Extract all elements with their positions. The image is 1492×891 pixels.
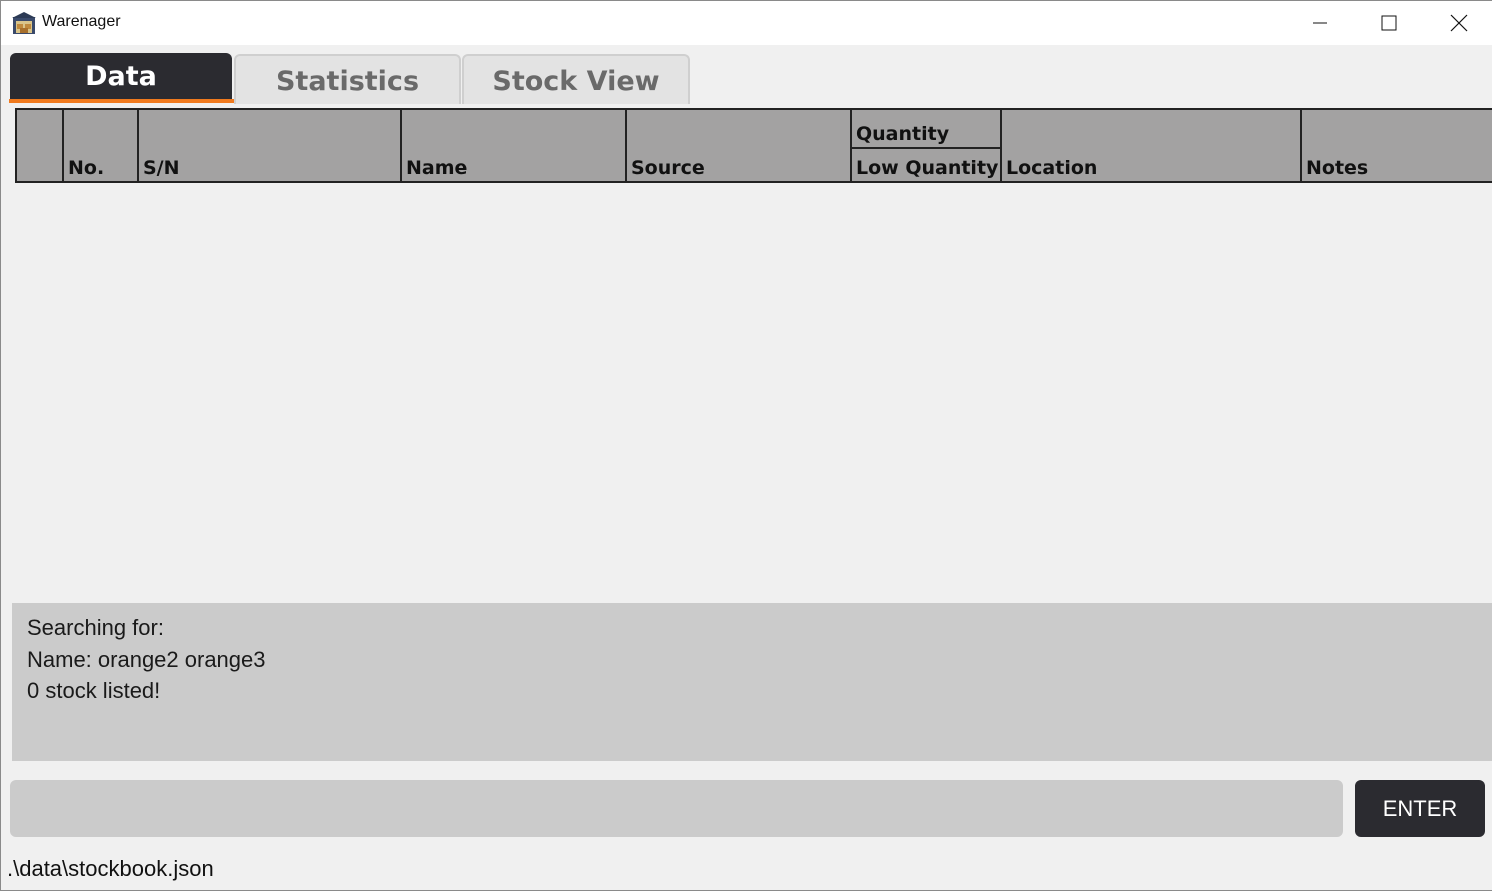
column-header-location[interactable]: Location bbox=[1002, 110, 1302, 183]
column-header-quantity-group[interactable]: Quantity Low Quantity bbox=[852, 110, 1002, 183]
result-display: Searching for: Name: orange2 orange3 0 s… bbox=[12, 603, 1492, 761]
close-button[interactable] bbox=[1424, 1, 1492, 45]
column-label-no: No. bbox=[68, 157, 105, 179]
result-line-1: Searching for: bbox=[27, 615, 164, 640]
window-title: Warenager bbox=[42, 13, 121, 30]
column-label-low-quantity: Low Quantity bbox=[856, 157, 999, 179]
column-header-sn[interactable]: S/N bbox=[139, 110, 402, 183]
column-label-source: Source bbox=[631, 157, 705, 179]
maximize-icon bbox=[1381, 15, 1397, 31]
column-header-notes[interactable]: Notes bbox=[1302, 110, 1492, 183]
column-label-location: Location bbox=[1006, 157, 1098, 179]
command-input[interactable] bbox=[10, 780, 1343, 837]
column-header-quantity[interactable]: Quantity bbox=[852, 110, 1000, 149]
column-header-name[interactable]: Name bbox=[402, 110, 627, 183]
minimize-icon bbox=[1313, 22, 1327, 24]
enter-button[interactable]: ENTER bbox=[1355, 780, 1485, 837]
title-bar[interactable]: Warenager bbox=[1, 1, 1492, 45]
active-tab-indicator bbox=[9, 99, 234, 103]
tab-data[interactable]: Data bbox=[10, 53, 232, 100]
tab-stock-view[interactable]: Stock View bbox=[462, 54, 690, 104]
close-icon bbox=[1450, 14, 1468, 32]
column-header-blank[interactable] bbox=[17, 110, 64, 183]
column-header-source[interactable]: Source bbox=[627, 110, 852, 183]
stock-table-body[interactable] bbox=[15, 183, 1492, 603]
column-label-name: Name bbox=[406, 157, 468, 179]
column-header-no[interactable]: No. bbox=[64, 110, 139, 183]
warehouse-app-icon bbox=[12, 12, 36, 34]
tab-statistics[interactable]: Statistics bbox=[234, 54, 461, 104]
column-label-quantity: Quantity bbox=[856, 123, 950, 145]
result-line-3: 0 stock listed! bbox=[27, 678, 161, 703]
result-line-2: Name: orange2 orange3 bbox=[27, 647, 266, 672]
minimize-button[interactable] bbox=[1285, 1, 1355, 45]
column-label-notes: Notes bbox=[1306, 157, 1369, 179]
stockbook-file-path: .\data\stockbook.json bbox=[7, 856, 214, 881]
stock-table-header: No. S/N Name Source Quantity Low Quantit… bbox=[15, 108, 1492, 183]
maximize-button[interactable] bbox=[1354, 1, 1424, 45]
column-label-sn: S/N bbox=[143, 157, 180, 179]
